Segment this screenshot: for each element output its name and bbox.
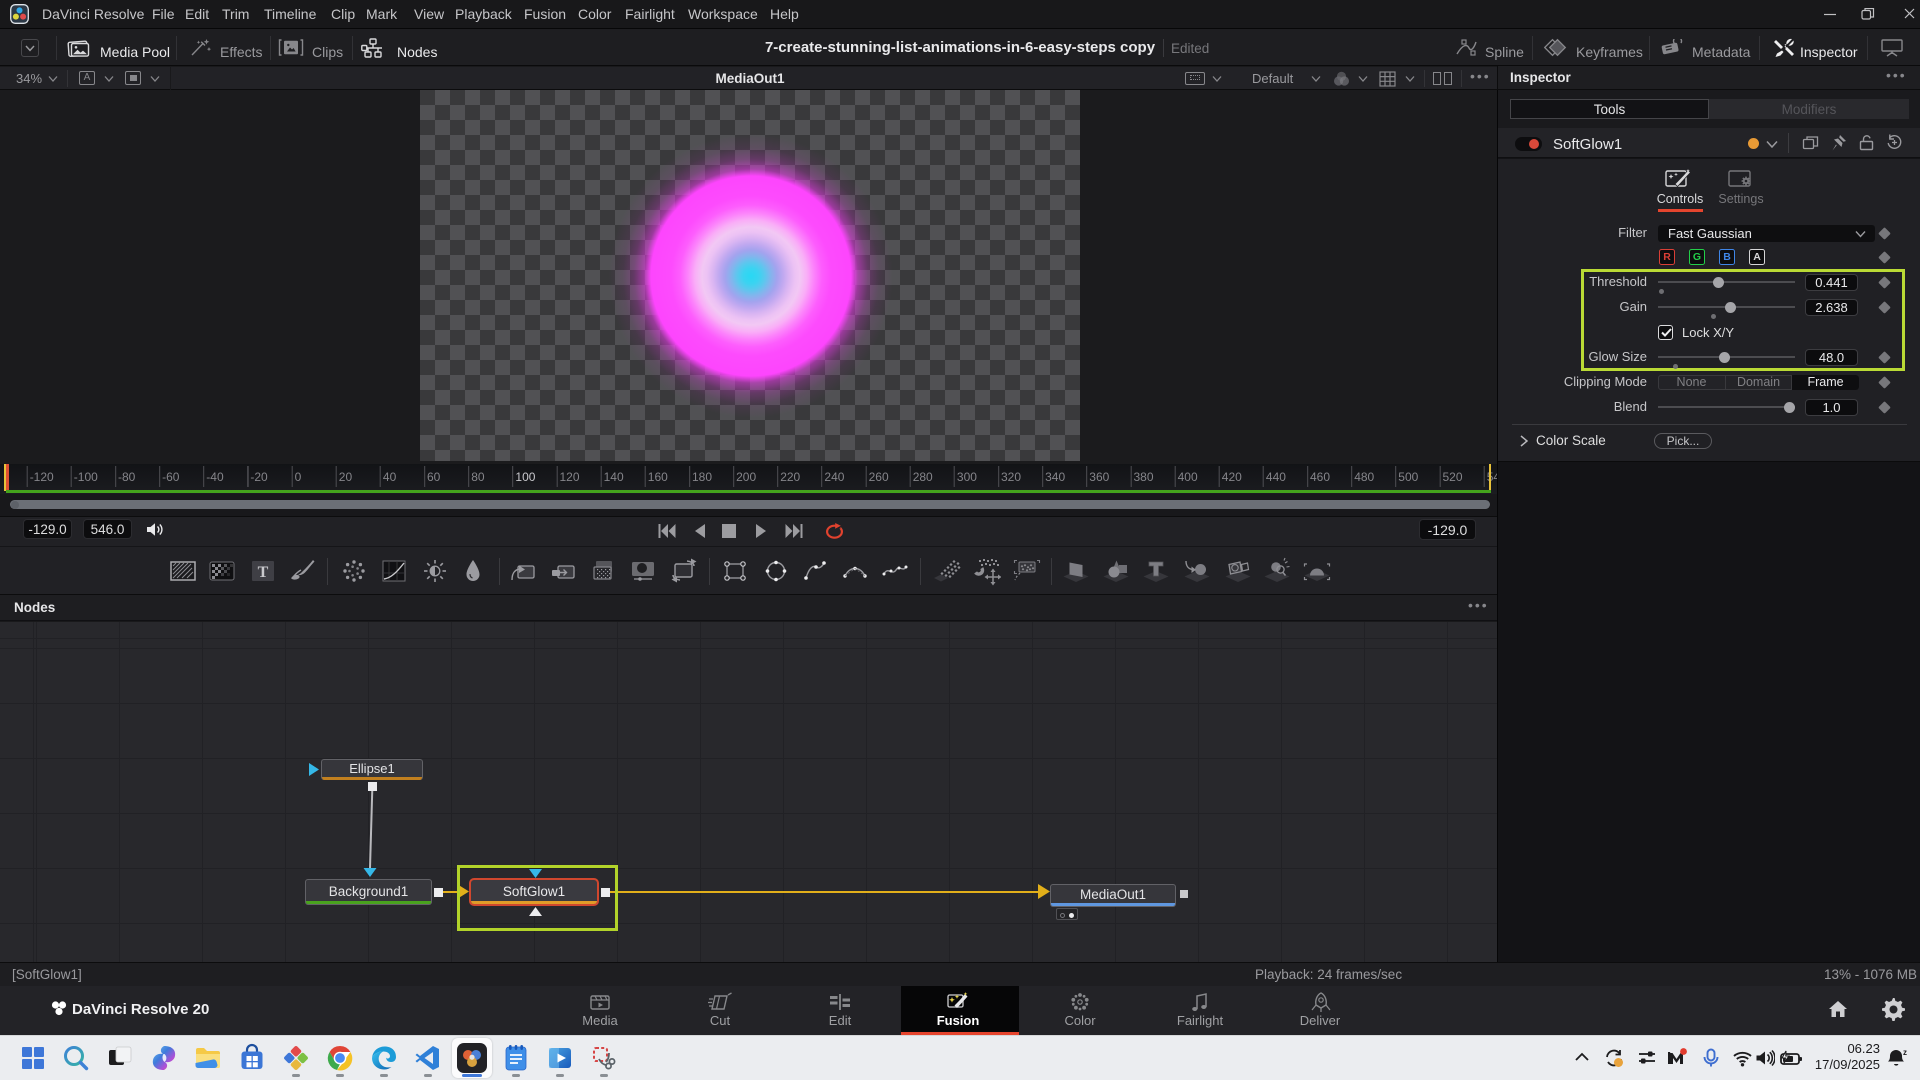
svg-text:z: z xyxy=(1903,1048,1907,1057)
svg-text:T: T xyxy=(258,564,269,581)
